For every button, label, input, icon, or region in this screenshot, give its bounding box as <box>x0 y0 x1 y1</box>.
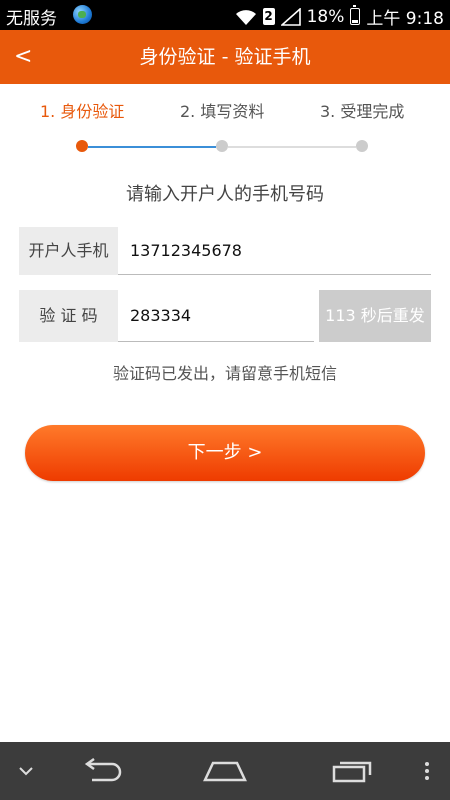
code-row: 验 证 码 283334 113 秒后重发 <box>19 290 431 342</box>
phone-input[interactable]: 13712345678 <box>130 227 242 275</box>
chevron-down-icon[interactable] <box>8 742 44 800</box>
nav-back-icon[interactable] <box>70 742 130 800</box>
step-2-dot <box>216 140 228 152</box>
step-2-label: 2. 填写资料 <box>180 102 265 121</box>
progress-steps: 1. 身份验证 2. 填写资料 3. 受理完成 <box>0 84 450 164</box>
clock: 上午 9:18 <box>366 9 444 29</box>
battery-percent: 18% <box>306 6 345 27</box>
carrier-text: 无服务 <box>6 9 57 29</box>
battery-icon <box>350 5 361 25</box>
code-input[interactable]: 283334 <box>130 290 191 342</box>
status-icons: 2 18% 上午 9:18 <box>235 4 444 29</box>
step-3-dot <box>356 140 368 152</box>
nav-recent-icon[interactable] <box>322 742 382 800</box>
page-title: 身份验证 - 验证手机 <box>139 46 311 68</box>
status-bar: 无服务 2 18% 上午 9:18 <box>0 0 450 30</box>
step-1-dot <box>76 140 88 152</box>
signal-icon <box>280 7 301 26</box>
phone-prompt: 请输入开户人的手机号码 <box>126 184 324 205</box>
more-icon[interactable] <box>412 742 442 800</box>
app-header: < 身份验证 - 验证手机 <box>0 30 450 84</box>
step-3-label: 3. 受理完成 <box>320 102 405 121</box>
nav-home-icon[interactable] <box>195 742 255 800</box>
step-track-2 <box>228 146 356 148</box>
wifi-icon <box>235 9 256 25</box>
resend-button[interactable]: 113 秒后重发 <box>319 290 431 342</box>
phone-row: 开户人手机 13712345678 <box>19 227 431 275</box>
sim-icon: 2 <box>262 8 275 25</box>
step-1-label: 1. 身份验证 <box>40 102 125 121</box>
sms-hint: 验证码已发出，请留意手机短信 <box>112 364 337 383</box>
phone-label: 开户人手机 <box>19 227 118 275</box>
navigation-bar <box>0 742 450 800</box>
code-label: 验 证 码 <box>19 290 118 342</box>
next-button[interactable]: 下一步 > <box>25 425 425 481</box>
step-track-1 <box>88 146 216 148</box>
code-underline <box>118 341 314 342</box>
phone-underline <box>118 274 431 275</box>
globe-icon <box>73 5 92 24</box>
